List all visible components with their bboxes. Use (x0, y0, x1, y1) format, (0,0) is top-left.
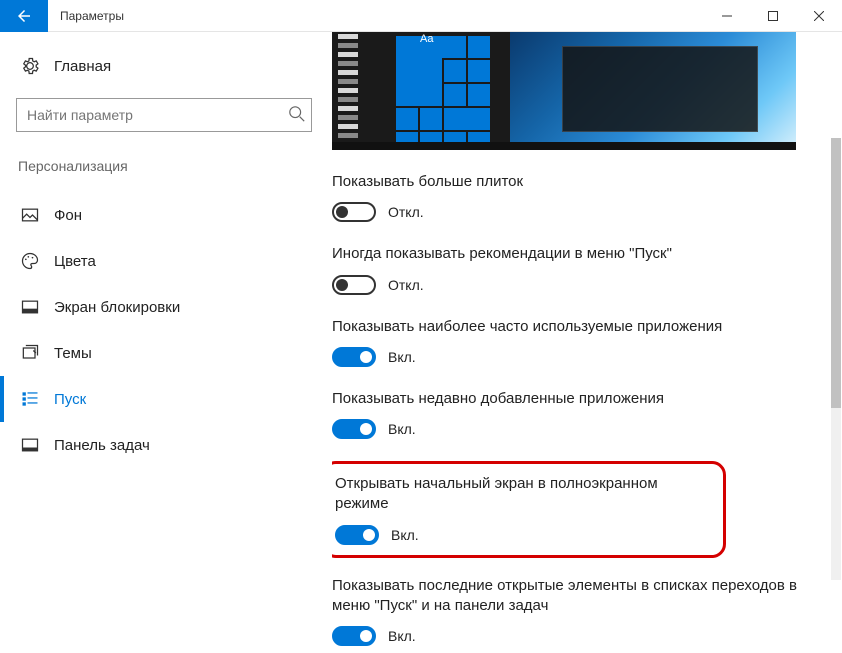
sidebar-item-label: Фон (54, 207, 82, 224)
minimize-button[interactable] (704, 0, 750, 32)
highlight-box: Открывать начальный экран в полноэкранно… (332, 461, 726, 558)
content-area: Aa Показывать больше плиток Откл. Иногда… (332, 32, 842, 653)
palette-icon (20, 251, 40, 271)
toggle-jumplist[interactable] (332, 626, 376, 646)
sidebar-item-background[interactable]: Фон (16, 192, 316, 238)
toggle-recent[interactable] (332, 419, 376, 439)
toggle-fullscreen[interactable] (335, 525, 379, 545)
setting-label: Показывать наиболее часто используемые п… (332, 317, 828, 337)
setting-fullscreen: Открывать начальный экран в полноэкранно… (335, 474, 713, 545)
maximize-button[interactable] (750, 0, 796, 32)
toggle-state: Вкл. (388, 421, 416, 437)
sidebar-item-home[interactable]: Главная (20, 56, 316, 76)
sidebar-item-label: Пуск (54, 391, 86, 408)
toggle-state: Вкл. (391, 527, 419, 543)
search-input[interactable] (16, 98, 312, 132)
sidebar-item-themes[interactable]: Темы (16, 330, 316, 376)
setting-label: Показывать больше плиток (332, 172, 828, 192)
themes-icon (20, 343, 40, 363)
sidebar: Главная Персонализация Фон Цвета Экран б… (0, 32, 332, 653)
picture-icon (20, 205, 40, 225)
taskbar-icon (20, 435, 40, 455)
setting-label: Показывать последние открытые элементы в… (332, 576, 828, 617)
lockscreen-icon (20, 297, 40, 317)
sidebar-item-label: Панель задач (54, 437, 150, 454)
setting-most-used: Показывать наиболее часто используемые п… (332, 317, 828, 367)
search-box (16, 98, 316, 132)
toggle-state: Откл. (388, 204, 424, 220)
arrow-left-icon (15, 7, 33, 25)
scrollbar-thumb[interactable] (831, 138, 841, 408)
back-button[interactable] (0, 0, 48, 32)
sidebar-item-label: Темы (54, 345, 92, 362)
setting-more-tiles: Показывать больше плиток Откл. (332, 172, 828, 222)
setting-suggestions: Иногда показывать рекомендации в меню "П… (332, 244, 828, 294)
window-title: Параметры (60, 9, 124, 23)
scrollbar[interactable] (831, 138, 841, 580)
setting-label: Показывать недавно добавленные приложени… (332, 389, 828, 409)
setting-recent: Показывать недавно добавленные приложени… (332, 389, 828, 439)
start-preview: Aa (332, 32, 796, 150)
sidebar-item-lockscreen[interactable]: Экран блокировки (16, 284, 316, 330)
setting-label: Иногда показывать рекомендации в меню "П… (332, 244, 828, 264)
search-icon (288, 105, 306, 123)
close-button[interactable] (796, 0, 842, 32)
toggle-state: Вкл. (388, 628, 416, 644)
toggle-most-used[interactable] (332, 347, 376, 367)
sidebar-item-taskbar[interactable]: Панель задач (16, 422, 316, 468)
titlebar: Параметры (0, 0, 842, 32)
setting-jumplist: Показывать последние открытые элементы в… (332, 576, 828, 647)
sidebar-item-colors[interactable]: Цвета (16, 238, 316, 284)
sidebar-item-label: Экран блокировки (54, 299, 180, 316)
toggle-more-tiles[interactable] (332, 202, 376, 222)
gear-icon (20, 56, 40, 76)
toggle-state: Откл. (388, 277, 424, 293)
window-controls (704, 0, 842, 32)
sidebar-item-label: Цвета (54, 253, 96, 270)
sidebar-home-label: Главная (54, 58, 111, 75)
toggle-suggestions[interactable] (332, 275, 376, 295)
setting-label: Открывать начальный экран в полноэкранно… (335, 474, 713, 515)
toggle-state: Вкл. (388, 349, 416, 365)
category-label: Персонализация (18, 158, 316, 174)
sidebar-item-start[interactable]: Пуск (0, 376, 316, 422)
start-icon (20, 389, 40, 409)
